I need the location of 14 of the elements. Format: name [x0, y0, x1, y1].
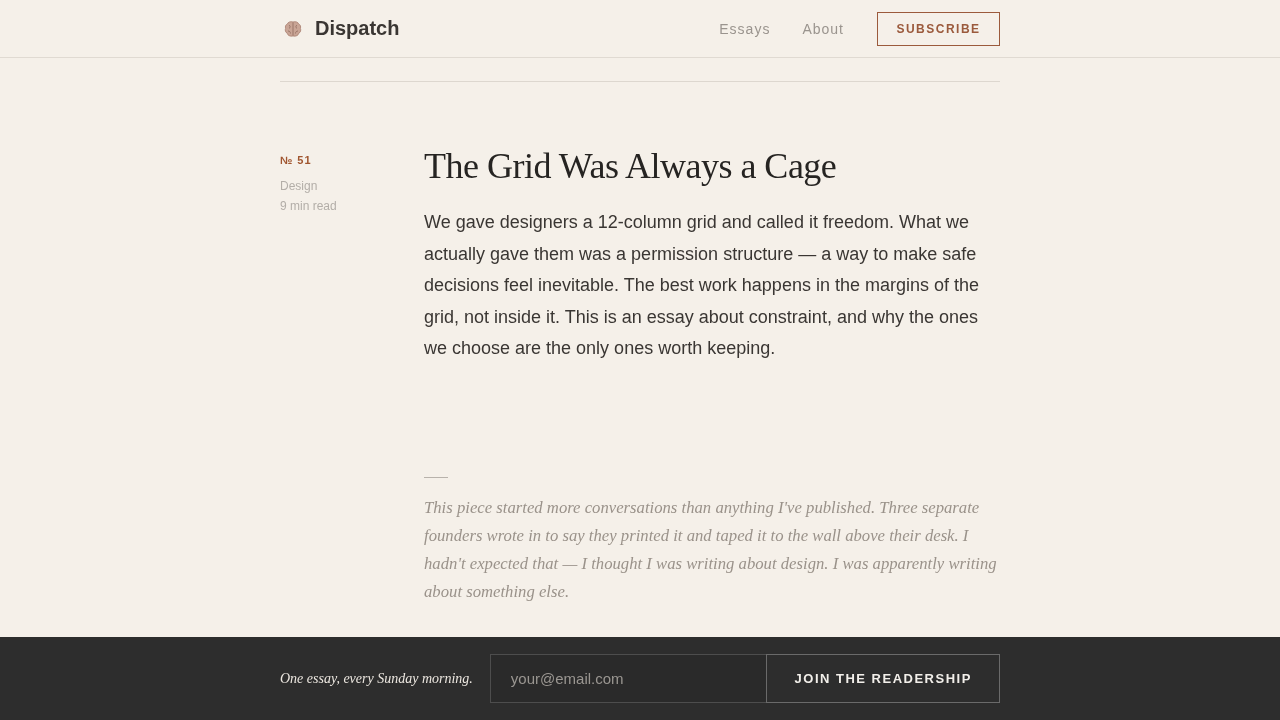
brand-name: Dispatch: [315, 17, 400, 40]
join-button[interactable]: JOIN THE READERSHIP: [766, 654, 1000, 703]
article-title: The Grid Was Always a Cage: [424, 145, 838, 188]
read-time: 9 min read: [280, 198, 337, 215]
email-field[interactable]: your@email.com: [489, 654, 767, 703]
issue-number: № 51: [280, 153, 312, 167]
nav-link[interactable]: Essays: [719, 20, 771, 37]
category-label: Design: [280, 178, 318, 195]
brain-icon: [284, 19, 302, 38]
subscribe-button[interactable]: SUBSCRIBE: [877, 11, 1000, 46]
nav-link[interactable]: About: [802, 20, 844, 37]
afterword-text: This piece started more conversations than anything I've published. Three separate founders wrote in to say they printed it and taped it to the wall above their desk. I hadn't expected that — I thought I was writing about design. I was apparently writing about something else.: [424, 496, 998, 603]
article-lede: We gave designers a 12-column grid and called it freedom. What we actually gave them was a permission structure — a way to make safe decisions feel inevitable. The best work happens in the margins of the grid, not inside it. This is an essay about constraint, and why the ones we choose are the only ones worth keeping.: [424, 211, 980, 360]
newsletter-tagline: One essay, every Sunday morning.: [280, 670, 473, 687]
